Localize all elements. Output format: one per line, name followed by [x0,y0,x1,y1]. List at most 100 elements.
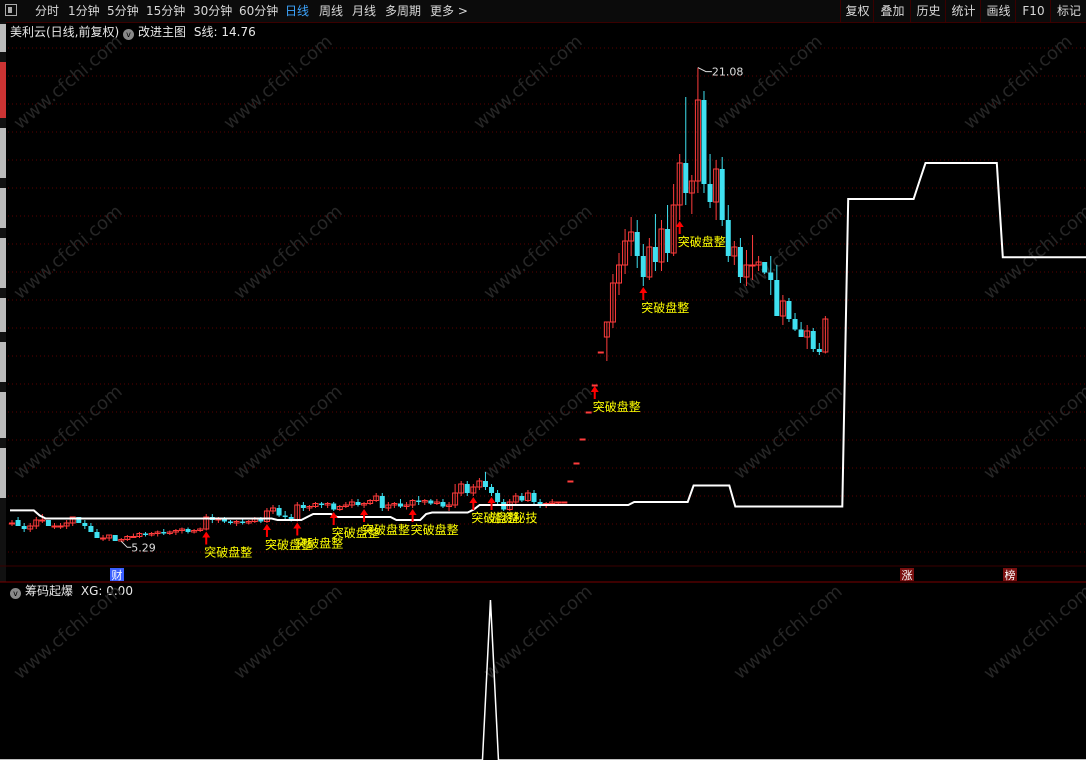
candle-body-up [245,521,252,524]
sidebar-tab[interactable] [0,298,6,332]
tab-period-5[interactable]: 60分钟 [239,0,278,22]
candle-body-up [458,483,465,494]
candle-body-up [694,99,701,182]
sidebar-tab[interactable] [0,392,6,438]
signal-label: 突破盘整 [204,545,252,560]
stock-title: 美利云(日线,前复权) [10,25,120,39]
candle-body-up [403,504,410,507]
candle-body-up [69,516,76,524]
tab-period-0[interactable]: 分时 [35,0,59,22]
candle-body-up [154,531,161,534]
candle-body-up [628,231,635,242]
candle-body-up [804,330,811,338]
candle-body-up [136,533,143,537]
signal-arrow-head [639,287,648,293]
sub-indicator-name[interactable]: 筹码起爆 [25,584,73,598]
indicator-name[interactable]: 改进主图 [138,25,186,39]
candle-body-up [57,525,64,528]
sidebar-tab[interactable] [0,128,6,178]
sidebar-tab-active[interactable] [0,62,6,118]
xg-line [0,599,1086,760]
chevron-down-icon[interactable]: v [10,588,21,599]
panel-toggle-icon[interactable] [5,4,17,16]
tab-period-1[interactable]: 1分钟 [68,0,100,22]
chevron-down-icon[interactable]: v [123,29,135,40]
signal-arrow-head [675,221,684,227]
toolbar-button-3[interactable]: 统计 [945,0,981,22]
tab-period-3[interactable]: 15分钟 [146,0,185,22]
candle-body-up [543,503,550,506]
candle-body-up [452,492,459,506]
candle-body-down [94,532,100,538]
signal-label: 突破盘整 [471,510,519,525]
tab-period-6[interactable]: 日线 [285,0,309,22]
candle-body-up [676,162,683,206]
candle-body-up [646,246,653,278]
candle-body-up [306,506,313,509]
low-label: 5.29 [131,541,156,554]
high-pointer [697,67,712,73]
tab-period-10[interactable]: 更多 > [430,0,468,22]
candle-body-down [768,272,774,280]
candle-body-up [251,518,258,522]
candle-body-down [531,493,537,502]
sidebar-tab[interactable] [0,238,6,288]
candle-body-up [603,321,610,338]
bottom-marker-label: 榜 [1005,568,1016,582]
candle-body-up [731,246,738,257]
candle-body-down [440,502,446,507]
candle-body-down [282,515,288,517]
sidebar-tab[interactable] [0,188,6,228]
bottom-marker-bg [110,568,124,581]
candle-body-up [51,525,58,528]
candle-body-down [501,502,507,510]
tab-period-4[interactable]: 30分钟 [193,0,232,22]
candle-body-down [379,496,385,508]
candle-body-up [263,510,270,522]
toolbar-button-5[interactable]: F10 [1015,0,1051,22]
toolbar-button-1[interactable]: 叠加 [873,0,911,22]
candle-body-down [45,520,51,526]
s-line-value: 14.76 [221,25,256,39]
signal-label: 突破盘整 [593,399,641,414]
candle-body-up [27,525,34,530]
candle-body-up [585,411,592,414]
candle-body-up [191,530,198,533]
candle-body-up [555,501,562,504]
sidebar-tab[interactable] [0,342,6,382]
candle-body-down [258,518,264,522]
candle-body-up [512,495,519,503]
candle-body-up [470,486,477,494]
candle-body-up [755,261,762,266]
signal-label: 突破盘整 [295,536,343,551]
candle-body-up [124,536,131,540]
candle-body-down [519,496,525,501]
toolbar-button-6[interactable]: 标记 [1050,0,1086,22]
candle-body-down [792,319,798,330]
watermark-text: www.cfchi.com [10,31,127,134]
toolbar-button-0[interactable]: 复权 [840,0,874,22]
candle-body-up [561,501,568,504]
toolbar-button-4[interactable]: 画线 [980,0,1016,22]
toolbar-button-2[interactable]: 历史 [910,0,946,22]
candle-body-up [130,536,137,538]
candle-body-up [670,204,677,254]
tab-period-8[interactable]: 月线 [352,0,376,22]
candle-body-down [276,508,282,516]
candle-body-down [737,247,743,277]
signal-arrow-head [487,497,496,503]
signal-label: 突破盘整 [362,522,410,537]
sidebar-tab[interactable] [0,24,6,52]
tab-period-7[interactable]: 周线 [319,0,343,22]
candle-body-down [683,163,689,193]
candle-body-up [446,504,453,507]
tab-period-2[interactable]: 5分钟 [107,0,139,22]
candle-body-up [591,384,598,387]
signal-label: 突破盘整 [332,525,380,540]
signal-arrow-head [360,509,369,515]
candle-body-down [707,184,713,202]
sidebar-tab[interactable] [0,448,6,498]
watermark: www.cfchi.com www.cfchi.com www.cfchi.com w… [10,31,1086,684]
tab-period-9[interactable]: 多周期 [385,0,421,22]
candle-body-up [118,539,125,542]
